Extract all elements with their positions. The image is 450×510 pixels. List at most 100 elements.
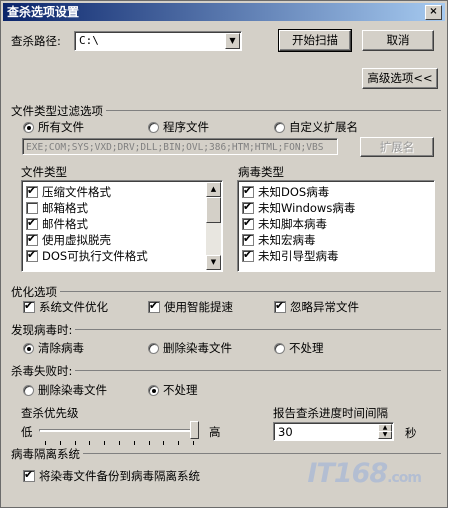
- checkbox[interactable]: [242, 216, 254, 230]
- list-item-label: 未知Windows病毒: [258, 201, 356, 215]
- radio-failed-delete[interactable]: 删除染毒文件: [23, 382, 107, 398]
- slider-tick: [74, 441, 76, 445]
- radio-label: 不处理: [163, 383, 198, 397]
- radio-label: 清除病毒: [38, 341, 84, 355]
- radio-label: 删除染毒文件: [38, 383, 107, 397]
- scroll-thumb[interactable]: [206, 197, 221, 223]
- scan-path-value: C:\: [79, 34, 99, 47]
- file-types-title: 文件类型: [21, 165, 67, 179]
- scroll-down-icon[interactable]: ▼: [206, 255, 221, 270]
- radio-custom-extensions[interactable]: 自定义扩展名: [274, 119, 358, 135]
- checkbox[interactable]: [26, 248, 38, 262]
- priority-low-label: 低: [21, 425, 33, 439]
- quarantine-title: 病毒隔离系统: [11, 446, 83, 462]
- extensions-field[interactable]: EXE;COM;SYS;VXD;DRV;DLL;BIN;OVL;386;HTM;…: [22, 138, 338, 155]
- file-types-scrollbar[interactable]: ▲ ▼: [206, 182, 221, 270]
- checkbox[interactable]: [242, 248, 254, 262]
- report-interval-unit: 秒: [405, 426, 417, 440]
- check-smart-speedup[interactable]: 使用智能提速: [148, 299, 233, 315]
- slider-tick: [163, 441, 165, 445]
- list-item[interactable]: 未知宏病毒: [238, 232, 434, 248]
- slider-tick: [119, 441, 120, 445]
- priority-high-label: 高: [209, 425, 221, 439]
- priority-slider-track[interactable]: [39, 429, 199, 432]
- checkbox-label: 使用智能提速: [164, 300, 233, 314]
- checkbox[interactable]: [26, 216, 38, 230]
- checkbox: [274, 299, 286, 313]
- checkbox: [23, 299, 35, 313]
- list-item[interactable]: 未知脚本病毒: [238, 216, 434, 232]
- checkbox: [23, 468, 35, 482]
- priority-title: 查杀优先级: [21, 406, 79, 420]
- checkbox[interactable]: [26, 232, 38, 246]
- close-button[interactable]: ×: [425, 5, 442, 20]
- found-virus-title: 发现病毒时:: [11, 322, 76, 338]
- kill-failed-title: 杀毒失败时:: [11, 363, 76, 379]
- radio-delete-infected[interactable]: 删除染毒文件: [148, 340, 232, 356]
- list-item[interactable]: 邮件格式: [22, 216, 222, 232]
- scan-options-dialog: 查杀选项设置 × 查杀路径: C:\ ▼ 开始扫描 取消 高级选项<< 文件类型…: [0, 0, 448, 508]
- checkbox-label: 系统文件优化: [39, 300, 108, 314]
- list-item[interactable]: 未知DOS病毒: [238, 184, 434, 200]
- radio-dot: [23, 342, 34, 354]
- radio-label: 不处理: [289, 341, 324, 355]
- start-scan-button[interactable]: 开始扫描: [278, 29, 352, 52]
- radio-dot: [274, 121, 285, 133]
- spin-down-icon[interactable]: ▼: [378, 431, 392, 439]
- report-interval-spinner[interactable]: 30 ▲ ▼: [273, 422, 394, 441]
- list-item[interactable]: 压缩文件格式: [22, 184, 222, 200]
- radio-ignore[interactable]: 不处理: [274, 340, 324, 356]
- list-item[interactable]: 未知Windows病毒: [238, 200, 434, 216]
- list-item[interactable]: 未知引导型病毒: [238, 248, 434, 264]
- radio-failed-ignore[interactable]: 不处理: [148, 382, 198, 398]
- scroll-up-icon[interactable]: ▲: [206, 182, 221, 197]
- checkbox[interactable]: [242, 232, 254, 246]
- scan-path-label: 查杀路径:: [11, 34, 61, 48]
- list-item-label: 邮件格式: [42, 217, 88, 231]
- radio-clean-virus[interactable]: 清除病毒: [23, 340, 84, 356]
- check-backup-to-quarantine[interactable]: 将染毒文件备份到病毒隔离系统: [23, 468, 200, 484]
- list-item-label: 压缩文件格式: [42, 185, 111, 199]
- kill-failed-group: [11, 370, 441, 371]
- list-item-label: 使用虚拟脱壳: [42, 233, 111, 247]
- list-item[interactable]: 使用虚拟脱壳: [22, 232, 222, 248]
- checkbox[interactable]: [26, 184, 38, 198]
- checkbox-label: 忽略异常文件: [290, 300, 359, 314]
- virus-types-title: 病毒类型: [238, 165, 284, 179]
- checkbox[interactable]: [26, 202, 38, 214]
- radio-dot: [148, 342, 159, 354]
- slider-tick: [133, 441, 135, 445]
- slider-tick: [89, 441, 91, 445]
- checkbox[interactable]: [242, 200, 254, 214]
- file-types-list[interactable]: 压缩文件格式邮箱格式邮件格式使用虚拟脱壳 DOS可执行文件格式 ▲ ▼: [21, 180, 223, 272]
- checkbox: [148, 299, 160, 313]
- list-item-label: 未知脚本病毒: [258, 217, 327, 231]
- optimize-title: 优化选项: [11, 284, 60, 300]
- report-interval-value[interactable]: 30: [278, 425, 293, 439]
- radio-label: 删除染毒文件: [163, 341, 232, 355]
- radio-dot: [148, 121, 159, 133]
- priority-slider-thumb[interactable]: [190, 421, 199, 439]
- radio-label: 程序文件: [163, 120, 209, 134]
- report-interval-title: 报告查杀进度时间间隔: [273, 406, 388, 420]
- radio-label: 所有文件: [38, 120, 84, 134]
- chevron-down-icon[interactable]: ▼: [225, 33, 240, 49]
- radio-program-files[interactable]: 程序文件: [148, 119, 209, 135]
- check-ignore-abnormal[interactable]: 忽略异常文件: [274, 299, 359, 315]
- list-item[interactable]: 邮箱格式: [22, 200, 222, 216]
- watermark-logo: IT168.com: [307, 458, 422, 489]
- slider-tick: [193, 441, 194, 445]
- list-item-label: 未知引导型病毒: [258, 249, 339, 263]
- checkbox-label: 将染毒文件备份到病毒隔离系统: [39, 469, 200, 483]
- radio-all-files[interactable]: 所有文件: [23, 119, 84, 135]
- virus-types-list[interactable]: 未知DOS病毒未知Windows病毒未知脚本病毒未知宏病毒未知引导型病毒: [237, 180, 435, 272]
- cancel-button[interactable]: 取消: [362, 30, 434, 51]
- check-system-file-optimize[interactable]: 系统文件优化: [23, 299, 108, 315]
- extensions-button[interactable]: 扩展名: [360, 137, 434, 157]
- checkbox[interactable]: [242, 184, 254, 198]
- advanced-options-button[interactable]: 高级选项<<: [362, 68, 438, 89]
- radio-dot: [23, 121, 34, 133]
- slider-tick: [178, 441, 180, 445]
- scan-path-combobox[interactable]: C:\ ▼: [74, 31, 242, 51]
- list-item[interactable]: DOS可执行文件格式: [22, 248, 222, 264]
